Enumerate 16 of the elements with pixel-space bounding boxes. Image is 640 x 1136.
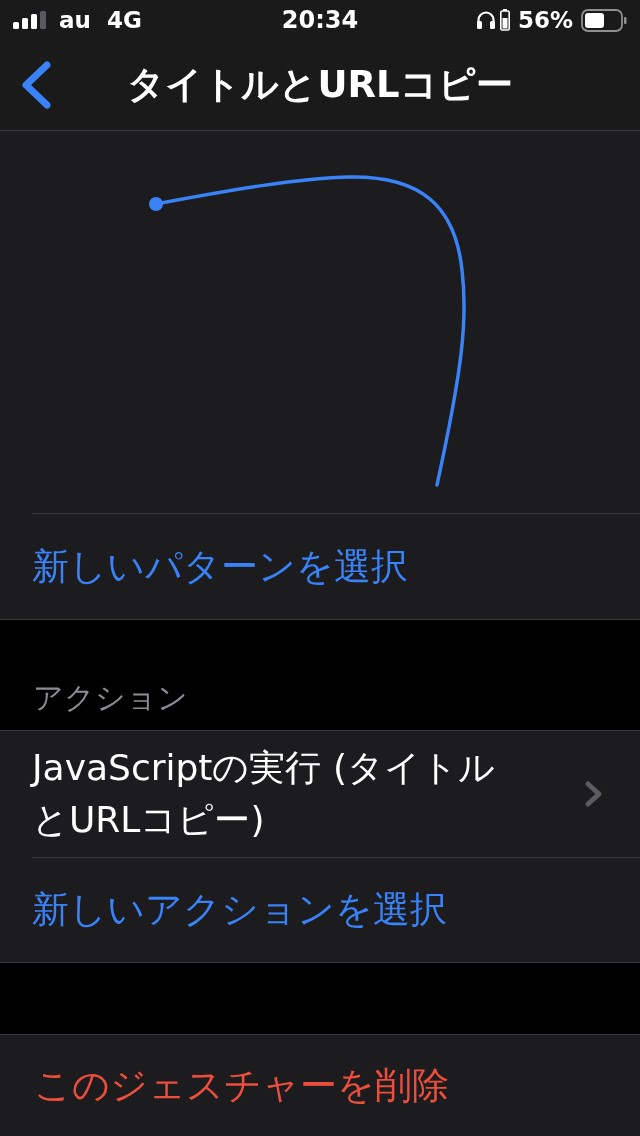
carrier-name: au [59,6,91,34]
choose-action-button[interactable]: 新しいアクションを選択 [0,858,640,963]
back-chevron-icon [20,61,52,109]
battery-percent: 56% [517,6,573,34]
nav-title: タイトルとURLコピー [127,62,513,108]
battery-icon [581,8,627,32]
charging-battery-icon [499,9,510,31]
network-type: 4G [106,6,142,34]
clock-time: 20:34 [281,6,359,34]
choose-pattern-button[interactable]: 新しいパターンを選択 [0,514,640,620]
chevron-icon [584,780,604,808]
delete-gesture-button[interactable]: このジェスチャーを削除 [0,1034,640,1136]
signal-bars-icon [13,11,47,29]
headphones-icon [475,10,496,30]
action-row[interactable]: JavaScriptの実行 (タイトルとURLコピー) [0,730,640,857]
section-header: アクション [33,680,188,716]
